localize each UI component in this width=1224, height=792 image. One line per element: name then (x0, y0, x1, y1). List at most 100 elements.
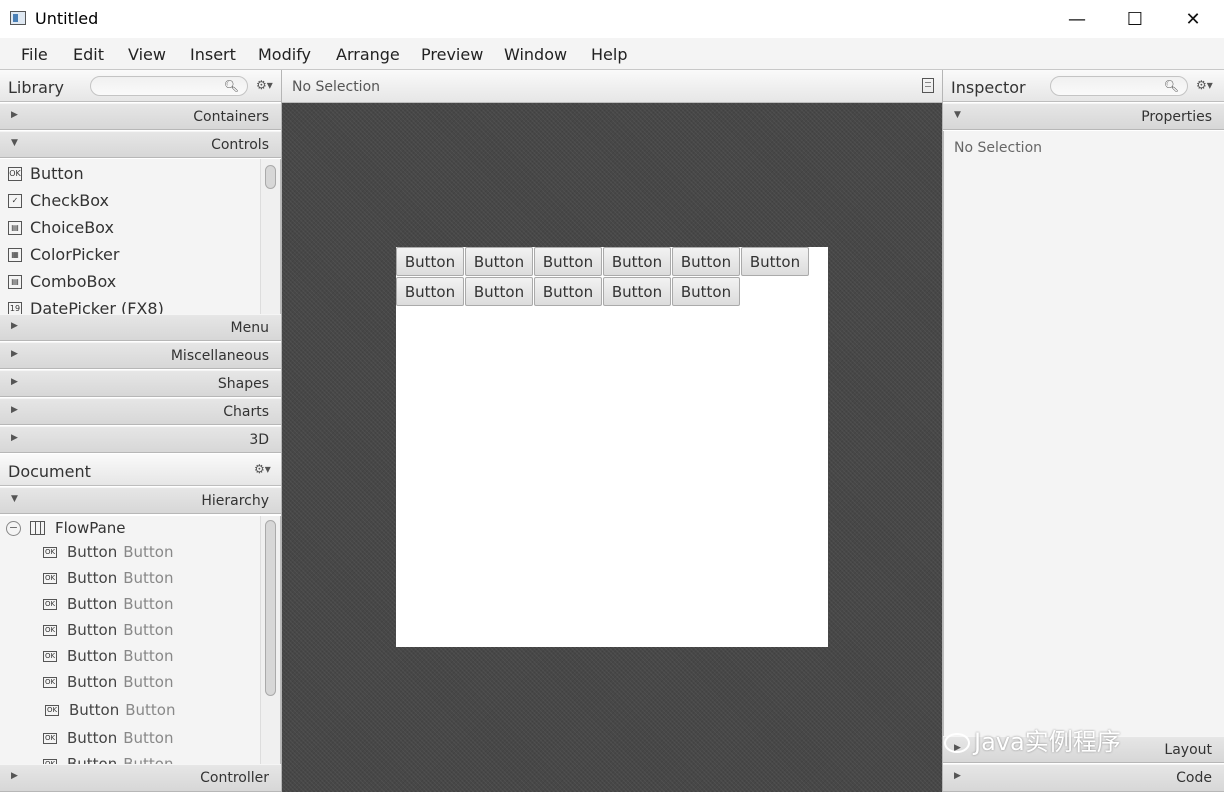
section-label: Code (1176, 770, 1212, 786)
flowpane-preview[interactable]: Button Button Button Button Button Butto… (396, 247, 828, 647)
tree-root-flowpane[interactable]: − FlowPane (6, 516, 126, 540)
divider[interactable] (942, 70, 943, 792)
tree-item[interactable]: OK Button Button (43, 670, 174, 694)
canvas-button[interactable]: Button (396, 247, 464, 276)
button-icon: OK (43, 732, 57, 744)
canvas-button[interactable]: Button (465, 277, 533, 306)
library-item-button[interactable]: OK Button (8, 160, 84, 187)
minimize-icon: — (1068, 8, 1086, 30)
document-icon[interactable] (922, 78, 934, 93)
tree-item[interactable]: OK Button Button (43, 592, 174, 616)
menu-window[interactable]: Window (504, 45, 567, 64)
minimize-button[interactable]: — (1048, 0, 1106, 38)
tree-item-value: Button (123, 621, 174, 639)
inspector-search-input[interactable]: 🔍︎ (1050, 76, 1188, 96)
section-menu[interactable]: ▶ Menu (0, 314, 281, 341)
menu-help[interactable]: Help (591, 45, 627, 64)
section-containers[interactable]: ▶ Containers (0, 103, 281, 130)
title-bar: Untitled — ☐ ✕ (0, 0, 1224, 38)
tree-item-type: Button (69, 701, 120, 719)
hierarchy-scrollbar[interactable] (260, 516, 280, 764)
maximize-button[interactable]: ☐ (1106, 0, 1164, 38)
gear-icon[interactable]: ⚙▾ (254, 462, 271, 476)
choicebox-icon: ▤ (8, 220, 22, 235)
tree-item[interactable]: OK Button Button (43, 566, 174, 590)
section-label: Layout (1164, 742, 1212, 758)
button-icon: OK (43, 572, 57, 584)
section-label: Charts (223, 404, 269, 420)
section-3d[interactable]: ▶ 3D (0, 426, 281, 453)
inspector-body: No Selection (943, 131, 1224, 736)
tree-item[interactable]: OK Button Button (43, 540, 174, 564)
collapse-arrow-icon: ▼ (11, 494, 18, 504)
section-code[interactable]: ▶ Code (943, 764, 1224, 792)
close-button[interactable]: ✕ (1164, 0, 1222, 38)
section-controller[interactable]: ▶ Controller (0, 764, 281, 792)
tree-label: FlowPane (55, 519, 126, 537)
button-icon: OK (43, 650, 57, 662)
canvas-button[interactable]: Button (603, 277, 671, 306)
library-scrollbar[interactable] (260, 159, 280, 314)
tree-item[interactable]: OK Button Button (43, 726, 174, 750)
section-miscellaneous[interactable]: ▶ Miscellaneous (0, 342, 281, 369)
library-item-label: CheckBox (30, 191, 109, 210)
inspector-no-selection: No Selection (954, 140, 1043, 156)
section-charts[interactable]: ▶ Charts (0, 398, 281, 425)
section-label: Shapes (217, 376, 269, 392)
canvas-button[interactable]: Button (672, 277, 740, 306)
tree-item-type: Button (67, 595, 118, 613)
menu-arrange[interactable]: Arrange (336, 45, 400, 64)
expand-arrow-icon: ▶ (954, 771, 961, 781)
menu-preview[interactable]: Preview (421, 45, 483, 64)
section-label: Hierarchy (201, 493, 269, 509)
wechat-icon (944, 733, 970, 753)
expand-arrow-icon: ▶ (11, 771, 18, 781)
search-icon: 🔍︎ (223, 79, 239, 93)
inspector-title: Inspector (951, 78, 1026, 97)
canvas-header: No Selection (282, 70, 942, 103)
expand-arrow-icon: ▶ (11, 349, 18, 359)
library-search-input[interactable]: 🔍︎ (90, 76, 248, 96)
section-hierarchy[interactable]: ▼ Hierarchy (0, 487, 281, 514)
collapse-circle-icon[interactable]: − (6, 520, 21, 536)
divider[interactable] (281, 70, 282, 792)
canvas-button[interactable]: Button (534, 277, 602, 306)
menu-view[interactable]: View (128, 45, 166, 64)
canvas-button[interactable]: Button (603, 247, 671, 276)
flowpane-icon (30, 521, 45, 535)
tree-item-type: Button (67, 569, 118, 587)
tree-item-value: Button (123, 543, 174, 561)
library-item-choicebox[interactable]: ▤ ChoiceBox (8, 214, 114, 241)
tree-item[interactable]: OK Button Button (45, 698, 176, 722)
library-item-label: ComboBox (30, 272, 117, 291)
tree-item[interactable]: OK Button Button (43, 644, 174, 668)
library-item-combobox[interactable]: ▤ ComboBox (8, 268, 116, 295)
section-properties[interactable]: ▼ Properties (943, 103, 1224, 130)
section-controls[interactable]: ▼ Controls (0, 131, 281, 158)
canvas-button[interactable]: Button (672, 247, 740, 276)
menu-modify[interactable]: Modify (258, 45, 311, 64)
menu-insert[interactable]: Insert (190, 45, 236, 64)
menu-file[interactable]: File (21, 45, 48, 64)
tree-item[interactable]: OK Button Button (43, 618, 174, 642)
canvas-button[interactable]: Button (741, 247, 809, 276)
library-item-colorpicker[interactable]: ▦ ColorPicker (8, 241, 119, 268)
tree-item[interactable]: OK Button Button (43, 752, 174, 764)
button-icon: OK (8, 166, 22, 181)
tree-item-value: Button (125, 701, 176, 719)
gear-icon[interactable]: ⚙▾ (256, 78, 273, 92)
scroll-thumb[interactable] (265, 520, 276, 696)
canvas-button[interactable]: Button (396, 277, 464, 306)
scroll-thumb[interactable] (265, 165, 276, 189)
canvas-button[interactable]: Button (534, 247, 602, 276)
gear-icon[interactable]: ⚙▾ (1196, 78, 1213, 92)
library-item-datepicker[interactable]: 19 DatePicker (FX8) (8, 295, 164, 314)
tree-item-value: Button (123, 729, 174, 747)
tree-item-value: Button (123, 673, 174, 691)
section-shapes[interactable]: ▶ Shapes (0, 370, 281, 397)
library-item-checkbox[interactable]: ✓ CheckBox (8, 187, 109, 214)
expand-arrow-icon: ▶ (11, 405, 18, 415)
collapse-arrow-icon: ▼ (954, 110, 961, 120)
canvas-button[interactable]: Button (465, 247, 533, 276)
menu-edit[interactable]: Edit (73, 45, 104, 64)
